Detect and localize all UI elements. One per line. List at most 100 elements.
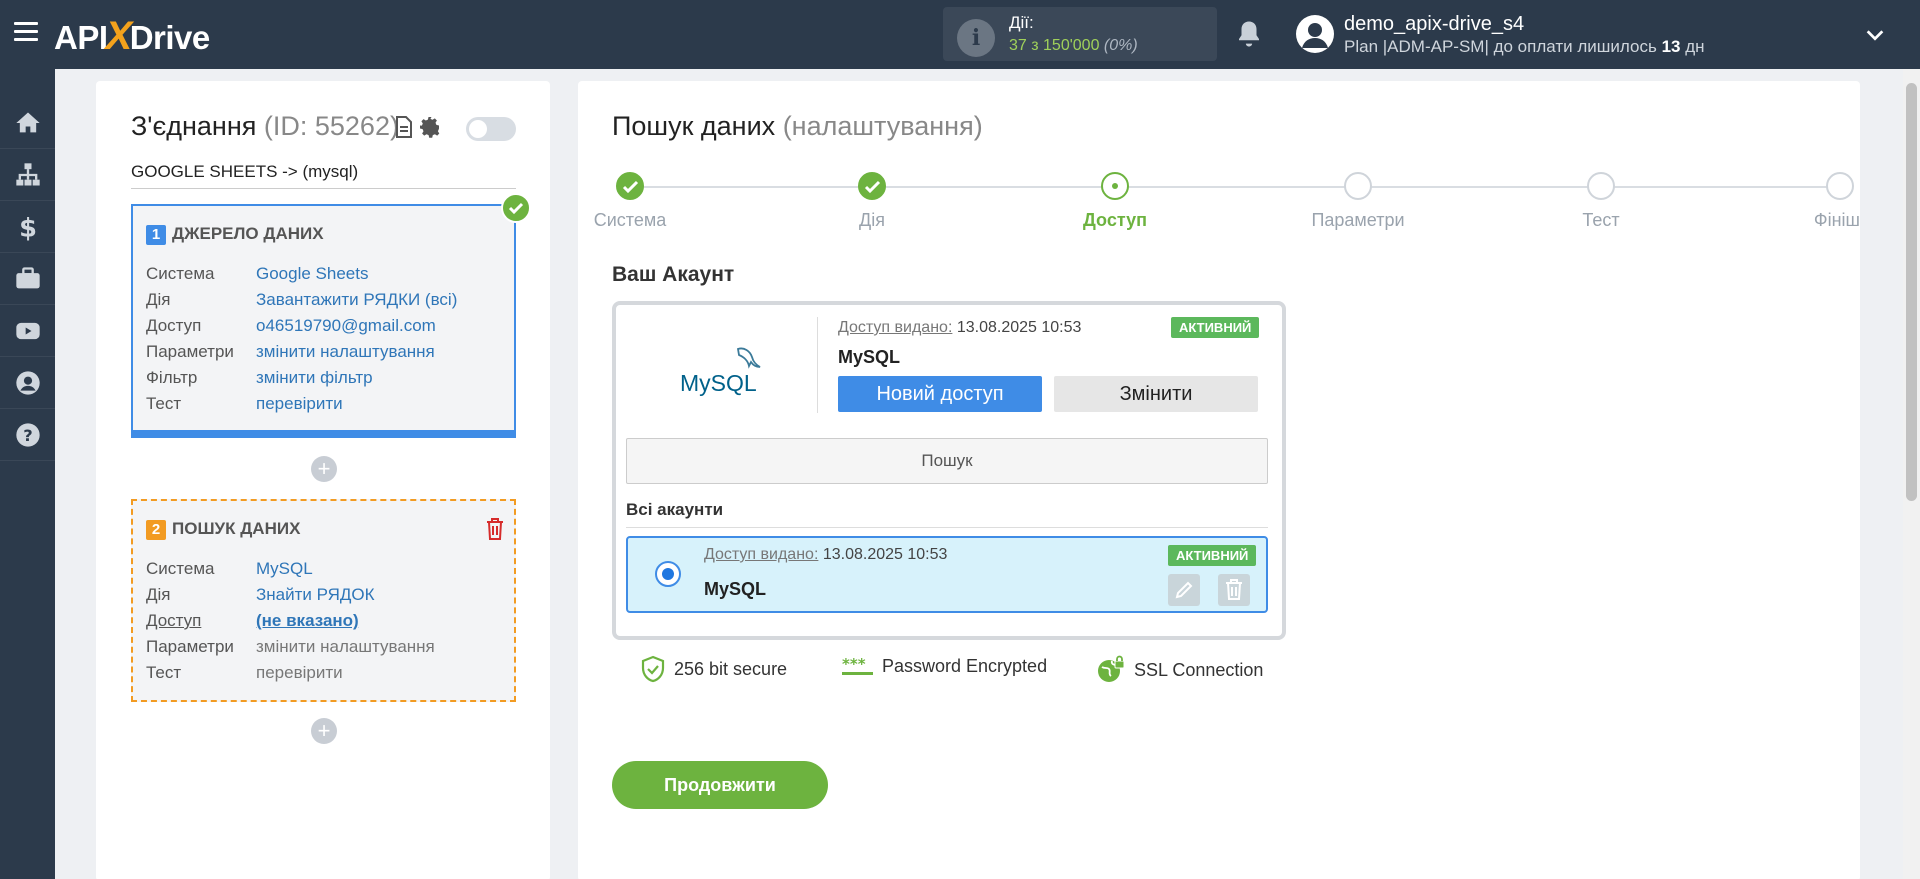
security-password: *** Password Encrypted bbox=[842, 655, 1047, 677]
check-icon bbox=[616, 172, 644, 200]
scrollbar-thumb[interactable] bbox=[1906, 83, 1917, 501]
sidebar-item-account[interactable] bbox=[0, 357, 55, 409]
row-key: Система bbox=[146, 559, 215, 578]
step-action[interactable]: Дія bbox=[792, 172, 952, 231]
chevron-down-icon[interactable] bbox=[1864, 24, 1886, 46]
connection-id: (ID: 55262) bbox=[263, 111, 399, 141]
source-row-test: Тест перевірити bbox=[146, 394, 457, 420]
search-block-title-text: ПОШУК ДАНИХ bbox=[172, 519, 301, 538]
mysql-logo: MySQL bbox=[680, 347, 761, 396]
pencil-icon bbox=[1175, 581, 1193, 599]
actions-count: 37 з 150'000 bbox=[1009, 37, 1100, 54]
granted-date: 13.08.2025 10:53 bbox=[822, 546, 948, 563]
source-row-system: Система Google Sheets bbox=[146, 264, 457, 290]
source-block[interactable]: 1 ДЖЕРЕЛО ДАНИХ Система Google Sheets Дія З… bbox=[131, 204, 516, 438]
security-text: 256 bit secure bbox=[674, 658, 788, 679]
add-step-button[interactable]: + bbox=[311, 456, 337, 482]
add-step-button[interactable]: + bbox=[311, 718, 337, 744]
row-value-link[interactable]: перевірити bbox=[256, 394, 343, 420]
step-label: Доступ bbox=[1083, 210, 1147, 230]
sidebar-item-help[interactable]: ? bbox=[0, 409, 55, 461]
step-access[interactable]: Доступ bbox=[1035, 172, 1195, 231]
sidebar-item-billing[interactable]: $ bbox=[0, 201, 55, 253]
edit-button[interactable] bbox=[1168, 574, 1200, 606]
logo-drive-text: Drive bbox=[129, 19, 211, 56]
granted-date: 13.08.2025 10:53 bbox=[956, 319, 1082, 336]
security-ssl: SSL Connection bbox=[1096, 655, 1263, 685]
status-badge: АКТИВНИЙ bbox=[1171, 317, 1260, 338]
source-row-access: Доступ o46519790@gmail.com bbox=[146, 316, 457, 342]
sidebar-item-home[interactable] bbox=[0, 97, 55, 149]
sidebar-item-connections[interactable] bbox=[0, 149, 55, 201]
row-value-link[interactable]: Завантажити РЯДКИ (всі) bbox=[256, 290, 457, 316]
check-circle-icon bbox=[501, 193, 531, 223]
gear-icon[interactable] bbox=[418, 115, 442, 139]
sidebar-item-projects[interactable] bbox=[0, 253, 55, 305]
row-value-link[interactable]: o46519790@gmail.com bbox=[256, 316, 436, 342]
scrollbar[interactable] bbox=[1903, 69, 1920, 879]
row-key: Параметри bbox=[146, 342, 234, 361]
account-list-item[interactable]: Доступ видано: 13.08.2025 10:53 АКТИВНИЙ… bbox=[626, 536, 1268, 613]
source-row-action: Дія Завантажити РЯДКИ (всі) bbox=[146, 290, 457, 316]
step-dot bbox=[1826, 172, 1854, 200]
mysql-logo-text: MySQL bbox=[680, 370, 757, 396]
trash-icon[interactable] bbox=[485, 517, 505, 541]
avatar[interactable] bbox=[1296, 15, 1334, 53]
user-icon bbox=[15, 370, 40, 395]
row-key: Параметри bbox=[146, 637, 234, 656]
source-block-number: 1 bbox=[146, 225, 166, 245]
row-value-link[interactable]: змінити налаштування bbox=[256, 342, 435, 368]
search-row-params: Параметри змінити налаштування bbox=[146, 637, 435, 663]
source-block-title: 1 ДЖЕРЕЛО ДАНИХ bbox=[146, 224, 324, 245]
user-plan: Plan |ADM-AP-SM| до оплати лишилось 13 д… bbox=[1344, 37, 1705, 57]
step-dot bbox=[1587, 172, 1615, 200]
user-name[interactable]: demo_apix-drive_s4 bbox=[1344, 13, 1524, 36]
sitemap-icon bbox=[15, 162, 40, 185]
sidebar: $ ? bbox=[0, 69, 55, 879]
new-access-button[interactable]: Новий доступ bbox=[838, 376, 1042, 412]
step-params[interactable]: Параметри bbox=[1278, 172, 1438, 231]
document-icon[interactable] bbox=[395, 116, 413, 138]
connection-subtitle: GOOGLE SHEETS -> (mysql) bbox=[131, 162, 516, 189]
page-title-text: Пошук даних bbox=[612, 111, 776, 141]
delete-button[interactable] bbox=[1218, 574, 1250, 606]
row-value-link[interactable]: змінити фільтр bbox=[256, 368, 373, 394]
account-section-title: Ваш Акаунт bbox=[612, 263, 735, 286]
actions-label: Дії: bbox=[1009, 13, 1034, 32]
row-value: змінити налаштування bbox=[256, 637, 435, 656]
globe-lock-icon bbox=[1098, 655, 1125, 682]
menu-icon[interactable] bbox=[14, 22, 38, 42]
account-radio[interactable] bbox=[655, 561, 681, 587]
plan-days: 13 bbox=[1661, 37, 1681, 56]
row-key: Система bbox=[146, 264, 215, 283]
step-finish[interactable]: Фініш bbox=[1732, 172, 1892, 231]
step-system[interactable]: Система bbox=[550, 172, 710, 231]
step-label: Тест bbox=[1582, 210, 1620, 230]
continue-button[interactable]: Продовжити bbox=[612, 761, 828, 809]
search-row-access: Доступ (не вказано) bbox=[146, 611, 435, 637]
sidebar-item-video[interactable] bbox=[0, 305, 55, 357]
change-button[interactable]: Змінити bbox=[1054, 376, 1258, 412]
step-label: Параметри bbox=[1311, 210, 1405, 230]
plan-prefix: Plan |ADM-AP-SM| до оплати лишилось bbox=[1344, 37, 1657, 56]
top-bar: APIXDrive i Дії: 37 з 150'000 (0%) demo_… bbox=[0, 0, 1920, 69]
row-value-link[interactable]: Знайти РЯДОК bbox=[256, 585, 375, 611]
row-value-link[interactable]: MySQL bbox=[256, 559, 313, 585]
search-block-title: 2 ПОШУК ДАНИХ bbox=[146, 519, 300, 540]
logo-api-text: API bbox=[54, 19, 108, 56]
search-button[interactable]: Пошук bbox=[626, 438, 1268, 484]
bell-icon[interactable] bbox=[1234, 18, 1264, 50]
row-value-link[interactable]: (не вказано) bbox=[256, 611, 359, 637]
connection-toggle[interactable] bbox=[466, 117, 516, 141]
account-name: MySQL bbox=[704, 579, 767, 599]
source-row-params: Параметри змінити налаштування bbox=[146, 342, 457, 368]
account-name: MySQL bbox=[838, 347, 901, 367]
all-accounts-divider bbox=[626, 527, 1268, 528]
search-row-action: Дія Знайти РЯДОК bbox=[146, 585, 435, 611]
step-test[interactable]: Тест bbox=[1521, 172, 1681, 231]
search-block-number: 2 bbox=[146, 520, 166, 540]
logo[interactable]: APIXDrive bbox=[54, 14, 210, 59]
connection-panel: З'єднання (ID: 55262) GOOGLE SHEETS -> (… bbox=[96, 81, 550, 879]
row-value-link[interactable]: Google Sheets bbox=[256, 264, 368, 290]
search-block[interactable]: 2 ПОШУК ДАНИХ Система MySQL Дія Знайти РЯДО… bbox=[131, 499, 516, 702]
